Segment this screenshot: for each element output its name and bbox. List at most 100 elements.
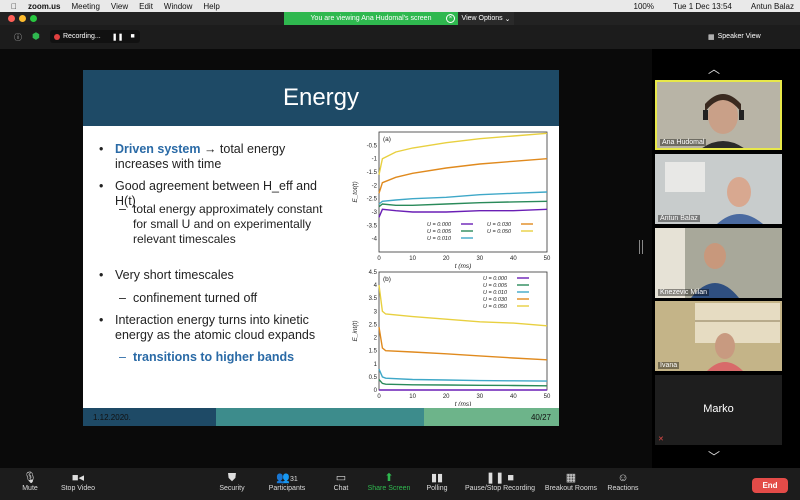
legend-label: U = 0.000 <box>427 222 452 228</box>
series-line <box>378 158 548 194</box>
menu-window[interactable]: Window <box>164 2 192 11</box>
shield-icon[interactable]: ⬢ <box>32 31 40 42</box>
bar-chart-icon: ▮▮ <box>430 472 444 484</box>
end-meeting-button[interactable]: End <box>752 478 788 493</box>
bullet-text: confinement turned off <box>133 291 258 305</box>
battery-label[interactable]: 100% <box>634 2 654 11</box>
menu-edit[interactable]: Edit <box>139 2 153 11</box>
banner-text: You are viewing Ana Hudomal's screen <box>310 15 432 22</box>
participant-name: Marko <box>703 403 734 415</box>
view-options-button[interactable]: View Options ⌄ <box>458 12 514 25</box>
legend-label: U = 0.030 <box>483 297 508 303</box>
clock[interactable]: Tue 1 Dec 13:54 <box>673 2 732 11</box>
participant-tile[interactable]: Knezevic Milan <box>655 228 782 298</box>
y-tick-label: 1.5 <box>369 349 378 355</box>
legend-label: U = 0.050 <box>487 229 512 235</box>
pause-recording-icon[interactable]: ❚❚ <box>112 33 124 41</box>
x-tick-label: 50 <box>544 256 551 262</box>
menu-help[interactable]: Help <box>203 2 219 11</box>
smiley-icon: ☺ <box>617 472 629 484</box>
security-label: Security <box>219 485 245 492</box>
y-tick-label: -2.5 <box>367 197 378 203</box>
polling-label: Polling <box>426 485 448 492</box>
close-window-button[interactable] <box>8 15 15 22</box>
microphone-icon: 🎙 <box>23 472 37 484</box>
participant-name: Knezevic Milan <box>658 289 710 296</box>
y-tick-label: 2.5 <box>369 322 378 328</box>
x-axis-label: t (ms) <box>455 263 472 270</box>
participant-tile[interactable]: Ivana <box>655 301 782 371</box>
app-menu[interactable]: zoom.us <box>28 2 60 11</box>
participant-tile[interactable]: Antun Balaz <box>655 154 782 224</box>
y-tick-label: -0.5 <box>367 143 378 149</box>
pause-stop-icon: ❚❚ ■ <box>485 472 515 484</box>
pause-stop-recording-button[interactable]: ❚❚ ■ Pause/Stop Recording <box>463 472 537 492</box>
menu-view[interactable]: View <box>111 2 128 11</box>
resize-handle[interactable] <box>639 240 643 254</box>
y-tick-label: 3 <box>374 309 378 315</box>
speaker-view-button[interactable]: ▦ Speaker View <box>708 30 770 43</box>
x-tick-label: 10 <box>409 394 416 400</box>
share-screen-button[interactable]: ⬆ Share Screen <box>366 472 412 492</box>
grid-icon: ▦ <box>708 33 715 41</box>
x-tick-label: 20 <box>443 256 450 262</box>
x-tick-label: 0 <box>377 394 381 400</box>
panel-label: (a) <box>383 136 391 143</box>
breakout-rooms-button[interactable]: ▦ Breakout Rooms <box>543 472 599 492</box>
participants-icon: 👥31 <box>276 472 298 484</box>
y-tick-label: -1 <box>372 157 378 163</box>
y-axis-label: E_int(t) <box>352 321 359 342</box>
x-tick-label: 30 <box>476 256 483 262</box>
share-arrow-icon: ⬆ <box>384 472 394 484</box>
participants-button[interactable]: 👥31 Participants <box>264 472 310 492</box>
mute-button[interactable]: 🎙 Mute <box>18 472 42 492</box>
series-line <box>378 368 548 382</box>
banner-close-icon[interactable]: × <box>446 14 455 23</box>
info-icon[interactable]: ⓘ <box>14 32 22 43</box>
participant-tile[interactable]: Marko ✕ <box>655 375 782 445</box>
stop-video-button[interactable]: ■◂ Stop Video <box>55 472 101 492</box>
zoom-window-button[interactable] <box>30 15 37 22</box>
y-tick-label: 3.5 <box>369 296 378 302</box>
video-camera-icon: ■◂ <box>71 472 85 484</box>
security-button[interactable]: ⛊ Security <box>214 472 250 492</box>
chat-button[interactable]: ▭ Chat <box>330 472 352 492</box>
x-tick-label: 0 <box>377 256 381 262</box>
participant-tile[interactable]: Ana Hudomal <box>655 80 782 150</box>
chevron-up-icon[interactable]: ︿ <box>708 60 720 77</box>
y-tick-label: -4 <box>372 237 378 243</box>
bullet-text: Interaction energy turns into kinetic en… <box>115 313 316 342</box>
reactions-button[interactable]: ☺ Reactions <box>606 472 640 492</box>
share-screen-label: Share Screen <box>367 485 411 492</box>
y-tick-label: 1 <box>374 362 378 368</box>
legend-label: U = 0.000 <box>483 276 508 282</box>
shield-icon: ⛊ <box>227 472 237 484</box>
user-menu[interactable]: Antun Balaz <box>751 2 794 11</box>
menu-meeting[interactable]: Meeting <box>71 2 99 11</box>
footer-date: 1.12.2020. <box>93 412 131 422</box>
bullet-text: total energy approximately constant for … <box>133 202 323 246</box>
record-dot-icon <box>54 33 60 40</box>
apple-icon[interactable]:  <box>11 2 17 11</box>
stop-video-label: Stop Video <box>60 485 96 492</box>
mac-menubar:  zoom.us Meeting View Edit Window Help … <box>0 0 800 12</box>
chevron-down-icon[interactable]: ﹀ <box>708 448 720 465</box>
minimize-window-button[interactable] <box>19 15 26 22</box>
breakout-label: Breakout Rooms <box>544 485 598 492</box>
x-tick-label: 50 <box>544 394 551 400</box>
energy-plots: 0 10 20 30 40 50-0.5-1-1.5-2-2.5-3-3.5-4t (ms… <box>352 131 551 406</box>
bullet-text: Very short timescales <box>115 268 234 282</box>
view-options-label: View Options <box>461 15 503 22</box>
polling-button[interactable]: ▮▮ Polling <box>424 472 450 492</box>
record-label: Pause/Stop Recording <box>464 485 536 492</box>
stop-recording-icon[interactable]: ■ <box>130 33 134 40</box>
legend-label: U = 0.010 <box>427 236 452 242</box>
chat-label: Chat <box>333 485 349 492</box>
bullet-highlight: Driven system <box>115 142 201 156</box>
series-line <box>378 132 548 175</box>
recording-label: Recording... <box>63 33 101 40</box>
breakout-grid-icon: ▦ <box>565 472 577 484</box>
muted-mic-icon: ✕ <box>658 436 664 443</box>
reactions-label: Reactions <box>607 485 639 492</box>
y-tick-label: 2 <box>374 336 378 342</box>
